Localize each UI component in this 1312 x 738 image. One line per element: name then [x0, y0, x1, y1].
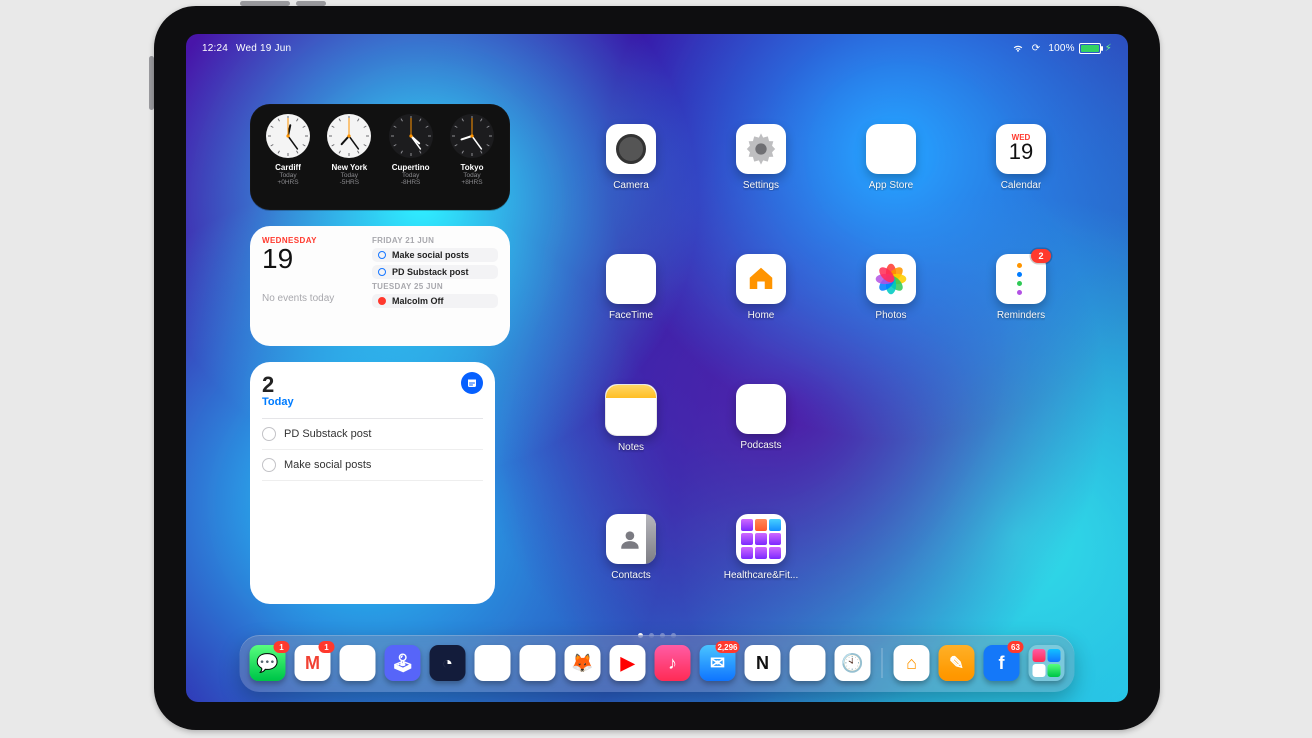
status-date: Wed 19 Jun: [236, 43, 291, 54]
reminder-checkbox[interactable]: [262, 427, 276, 441]
dock-app-facebook[interactable]: f63: [984, 645, 1020, 681]
app-notes[interactable]: Notes: [566, 384, 696, 514]
dock-app-music[interactable]: ♪: [655, 645, 691, 681]
dock-app-slack[interactable]: ※: [340, 645, 376, 681]
status-time: 12:24: [202, 43, 228, 54]
dock-app-home[interactable]: ⌂: [894, 645, 930, 681]
notification-badge: 1: [319, 641, 335, 653]
facetime-icon: [606, 254, 656, 304]
app-label: Contacts: [611, 570, 650, 581]
battery-pct: 100%: [1048, 43, 1074, 54]
dock-app-safari[interactable]: ✦: [520, 645, 556, 681]
app-camera[interactable]: Camera: [566, 124, 696, 254]
orientation-lock-icon: ⟳: [1032, 43, 1041, 54]
dock: 💬1M1※🕹◔◉✦🦊▶♪✉2,296N🗂🕙 ⌂✎f63: [240, 635, 1075, 692]
app-app-store[interactable]: App Store: [826, 124, 956, 254]
dock-app-firefox[interactable]: 🦊: [565, 645, 601, 681]
ipad-device-frame: 12:24 Wed 19 Jun ⟳ 100% ⚡︎: [154, 6, 1160, 730]
reminder-item[interactable]: PD Substack post: [262, 419, 483, 450]
app-calendar[interactable]: WED19 Calendar: [956, 124, 1086, 254]
dock-app-discord[interactable]: 🕹: [385, 645, 421, 681]
dock-app-clock[interactable]: 🕙: [835, 645, 871, 681]
app-label: Calendar: [1001, 180, 1042, 191]
app-label: App Store: [869, 180, 913, 191]
dock-app-gmail[interactable]: M1: [295, 645, 331, 681]
battery-indicator: 100% ⚡︎: [1048, 43, 1112, 54]
dock-app-mail[interactable]: ✉2,296: [700, 645, 736, 681]
dock-app-pages[interactable]: ✎: [939, 645, 975, 681]
calendar-upcoming-date: FRIDAY 21 JUN: [372, 236, 498, 245]
podcasts-icon: [736, 384, 786, 434]
app-podcasts[interactable]: Podcasts: [696, 384, 826, 514]
app-label: Photos: [875, 310, 906, 321]
reminders-today-icon: [461, 372, 483, 394]
app-icon-grid: Camera Settings App Store WED19 Calendar Face…: [566, 124, 1086, 644]
dock-app-files[interactable]: 🗂: [790, 645, 826, 681]
app-settings[interactable]: Settings: [696, 124, 826, 254]
reminder-item[interactable]: Make social posts: [262, 450, 483, 481]
app-store-icon: [866, 124, 916, 174]
notification-badge: 2,296: [715, 641, 739, 653]
ipad-home-screen[interactable]: 12:24 Wed 19 Jun ⟳ 100% ⚡︎: [186, 34, 1128, 702]
wifi-icon: [1012, 43, 1024, 53]
app-label: FaceTime: [609, 310, 653, 321]
settings-icon: [736, 124, 786, 174]
dock-separator: [882, 648, 883, 678]
reminders-widget[interactable]: 2 Today PD Substack postMake social post…: [250, 362, 495, 604]
folder-icon: [736, 514, 786, 564]
notes-icon: [605, 384, 657, 436]
world-clock-cupertino: Cupertino Today-8HRS: [385, 112, 437, 204]
app-label: Healthcare&Fit...: [724, 570, 798, 581]
world-clock-cardiff: Cardiff Today+0HRS: [262, 112, 314, 204]
charging-bolt-icon: ⚡︎: [1105, 43, 1112, 54]
notification-badge: 1: [274, 641, 290, 653]
app-label: Podcasts: [740, 440, 781, 451]
photos-icon: [866, 254, 916, 304]
calendar-upcoming-date: TUESDAY 25 JUN: [372, 282, 498, 291]
dock-app-youtube[interactable]: ▶: [610, 645, 646, 681]
dock-app-messages[interactable]: 💬1: [250, 645, 286, 681]
reminders-icon: 2: [996, 254, 1046, 304]
notification-badge: 2: [1031, 249, 1051, 263]
app-label: Home: [748, 310, 775, 321]
app-reminders[interactable]: 2 Reminders: [956, 254, 1086, 384]
world-clock-tokyo: Tokyo Today+8HRS: [446, 112, 498, 204]
calendar-widget[interactable]: WEDNESDAY 19 No events today FRIDAY 21 J…: [250, 226, 510, 346]
status-bar: 12:24 Wed 19 Jun ⟳ 100% ⚡︎: [202, 40, 1112, 56]
app-contacts[interactable]: Contacts: [566, 514, 696, 644]
world-clock-new-york: New York Today-5HRS: [323, 112, 375, 204]
calendar-no-events: No events today: [262, 293, 372, 304]
contacts-icon: [606, 514, 656, 564]
camera-icon: [606, 124, 656, 174]
app-label: Notes: [618, 442, 644, 453]
dock-app-app-library[interactable]: [1029, 645, 1065, 681]
calendar-event: PD Substack post: [372, 265, 498, 279]
world-clock-widget[interactable]: Cardiff Today+0HRS New York Today-5HRS C: [250, 104, 510, 210]
calendar-icon: WED19: [996, 124, 1046, 174]
app-facetime[interactable]: FaceTime: [566, 254, 696, 384]
app-healthcare-fit-[interactable]: Healthcare&Fit...: [696, 514, 826, 644]
app-label: Reminders: [997, 310, 1045, 321]
reminders-count: 2: [262, 372, 294, 398]
reminder-checkbox[interactable]: [262, 458, 276, 472]
dock-app-chrome[interactable]: ◉: [475, 645, 511, 681]
app-label: Camera: [613, 180, 649, 191]
notification-badge: 63: [1008, 641, 1024, 653]
dock-app-notion[interactable]: N: [745, 645, 781, 681]
widgets-column: Cardiff Today+0HRS New York Today-5HRS C: [250, 104, 510, 604]
app-home[interactable]: Home: [696, 254, 826, 384]
reminders-today-label: Today: [262, 396, 294, 408]
app-label: Settings: [743, 180, 779, 191]
calendar-event: Malcolm Off: [372, 294, 498, 308]
calendar-day: 19: [262, 243, 372, 275]
calendar-event: Make social posts: [372, 248, 498, 262]
home-icon: [736, 254, 786, 304]
dock-app-speedtest[interactable]: ◔: [430, 645, 466, 681]
app-photos[interactable]: Photos: [826, 254, 956, 384]
